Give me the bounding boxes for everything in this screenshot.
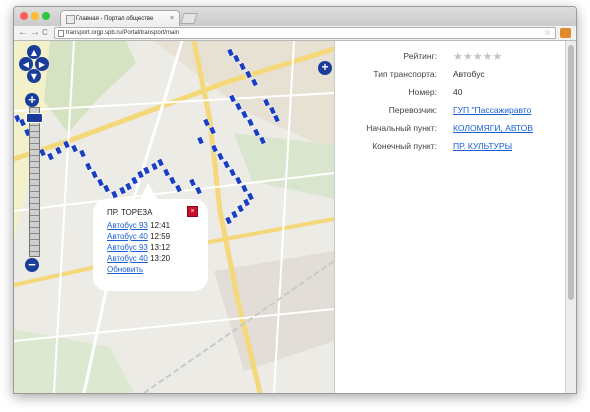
route-link[interactable]: Автобус 93 [107, 243, 148, 252]
rating-star-icon[interactable]: ★ [473, 51, 483, 63]
pan-left-icon[interactable]: ◀ [23, 60, 30, 69]
transport-type-row: Тип транспорта: Автобус [335, 67, 566, 81]
arrival-time: 12:59 [150, 232, 171, 241]
browser-tab[interactable]: Главная - Портал обществе × [60, 10, 180, 27]
layer-switcher-button[interactable]: + [318, 61, 332, 75]
end-point-link[interactable]: ПР. КУЛЬТУРЫ [453, 139, 512, 153]
stop-popup: ПР. ТОРЕЗА × Автобус 93 12:41 Автобус 40… [93, 199, 208, 291]
pan-right-icon[interactable]: ▶ [39, 60, 46, 69]
carrier-row: Перевозчик: ГУП "Пассажиравто [335, 103, 566, 117]
refresh-link[interactable]: Обновить [107, 265, 143, 274]
pan-down-icon[interactable]: ▼ [31, 72, 38, 81]
arrival-time: 13:12 [150, 243, 171, 252]
zoom-slider-handle[interactable] [26, 112, 43, 123]
start-point-link[interactable]: КОЛОМЯГИ, АВТОВ [453, 121, 533, 135]
zoom-slider-track[interactable] [29, 107, 40, 257]
close-window-icon[interactable] [20, 12, 28, 20]
arrival-time: 12:41 [150, 221, 171, 230]
route-number-row: Номер: 40 [335, 85, 566, 99]
route-link[interactable]: Автобус 40 [107, 232, 148, 241]
route-number-value: 40 [453, 87, 463, 97]
scrollbar-thumb[interactable] [568, 45, 574, 300]
forward-button[interactable]: → [30, 27, 40, 39]
start-point-row: Начальный пункт: КОЛОМЯГИ, АВТОВ [335, 121, 566, 135]
address-bar-url: transport.orgp.spb.ru/Portal/transport/m… [66, 30, 180, 36]
transport-type-value: Автобус [453, 69, 485, 79]
start-point-label: Начальный пункт: [366, 123, 437, 133]
transport-type-label: Тип транспорта: [373, 69, 437, 79]
rating-star-icon[interactable]: ★ [493, 51, 503, 63]
back-button[interactable]: ← [18, 27, 28, 39]
route-link[interactable]: Автобус 93 [107, 221, 148, 230]
tab-close-icon[interactable]: × [170, 11, 174, 27]
arrival-item: Автобус 93 13:12 [107, 242, 170, 253]
tab-bar: Главная - Портал обществе × [14, 7, 576, 27]
panel-scrollbar[interactable] [565, 41, 576, 393]
carrier-link[interactable]: ГУП "Пассажиравто [453, 103, 531, 117]
page-favicon-icon [66, 15, 75, 24]
reload-button[interactable]: C [42, 27, 48, 39]
transport-map[interactable]: ▲ ◀ ▶ ▼ + − + ПР. ТОРЕЗА × Автобус 93 12… [14, 41, 334, 393]
arrival-item: Автобус 40 13:20 [107, 253, 170, 264]
rating-label: Рейтинг: [403, 51, 437, 61]
pan-up-icon[interactable]: ▲ [31, 48, 38, 57]
popup-close-icon[interactable]: × [187, 206, 198, 217]
address-bar[interactable]: transport.orgp.spb.ru/Portal/transport/m… [54, 27, 556, 39]
end-point-label: Конечный пункт: [372, 141, 437, 151]
page-icon [58, 30, 64, 37]
arrival-item: Автобус 93 12:41 [107, 220, 170, 231]
zoom-out-button[interactable]: − [25, 258, 39, 272]
extension-icon[interactable] [560, 28, 571, 38]
rating-row: Рейтинг: ★★★★★ [335, 49, 566, 63]
route-number-label: Номер: [408, 87, 437, 97]
rating-star-icon[interactable]: ★ [453, 51, 463, 63]
new-tab-button[interactable] [180, 13, 198, 24]
rating-stars[interactable]: ★★★★★ [453, 50, 502, 64]
rating-star-icon[interactable]: ★ [483, 51, 493, 63]
end-point-row: Конечный пункт: ПР. КУЛЬТУРЫ [335, 139, 566, 153]
arrival-time: 13:20 [150, 254, 171, 263]
route-info-panel: Рейтинг: ★★★★★ Тип транспорта: Автобус Н… [334, 41, 566, 393]
zoom-window-icon[interactable] [42, 12, 50, 20]
browser-window: Главная - Портал обществе × ← → C transp… [13, 6, 577, 394]
bookmark-star-icon[interactable]: ☆ [544, 28, 551, 38]
minimize-window-icon[interactable] [31, 12, 39, 20]
route-link[interactable]: Автобус 40 [107, 254, 148, 263]
arrival-item: Автобус 40 12:59 [107, 231, 170, 242]
tab-title: Главная - Портал обществе [76, 16, 154, 22]
browser-toolbar: ← → C transport.orgp.spb.ru/Portal/trans… [14, 26, 576, 41]
carrier-label: Перевозчик: [388, 105, 437, 115]
zoom-in-button[interactable]: + [25, 93, 39, 107]
arrival-list: Автобус 93 12:41 Автобус 40 12:59 Автобу… [107, 220, 170, 264]
popup-stop-name: ПР. ТОРЕЗА [107, 208, 153, 217]
rating-star-icon[interactable]: ★ [463, 51, 473, 63]
pan-control[interactable]: ▲ ◀ ▶ ▼ [19, 42, 49, 86]
